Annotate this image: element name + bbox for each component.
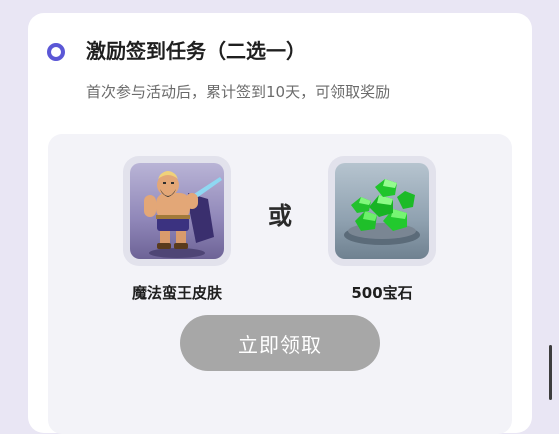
or-separator: 或	[268, 202, 292, 230]
scrollbar[interactable]	[549, 345, 552, 400]
reward-option-gems[interactable]	[328, 156, 436, 266]
barbarian-king-skin-image	[130, 163, 224, 259]
claim-button[interactable]: 立即领取	[180, 315, 380, 371]
radio-circle-icon	[47, 43, 65, 61]
reward-panel: 或 魔法蛮王皮肤 500宝石 立即领取	[48, 134, 512, 434]
reward-label-gems: 500宝石	[351, 284, 413, 302]
task-card: 激励签到任务（二选一） 首次参与活动后，累计签到10天，可领取奖励 或 魔法蛮王…	[28, 13, 532, 434]
gems-image	[335, 163, 429, 259]
task-title: 激励签到任务（二选一）	[86, 39, 306, 63]
reward-label-skin: 魔法蛮王皮肤	[131, 284, 222, 302]
reward-option-skin[interactable]	[123, 156, 231, 266]
task-subtitle: 首次参与活动后，累计签到10天，可领取奖励	[86, 83, 391, 101]
